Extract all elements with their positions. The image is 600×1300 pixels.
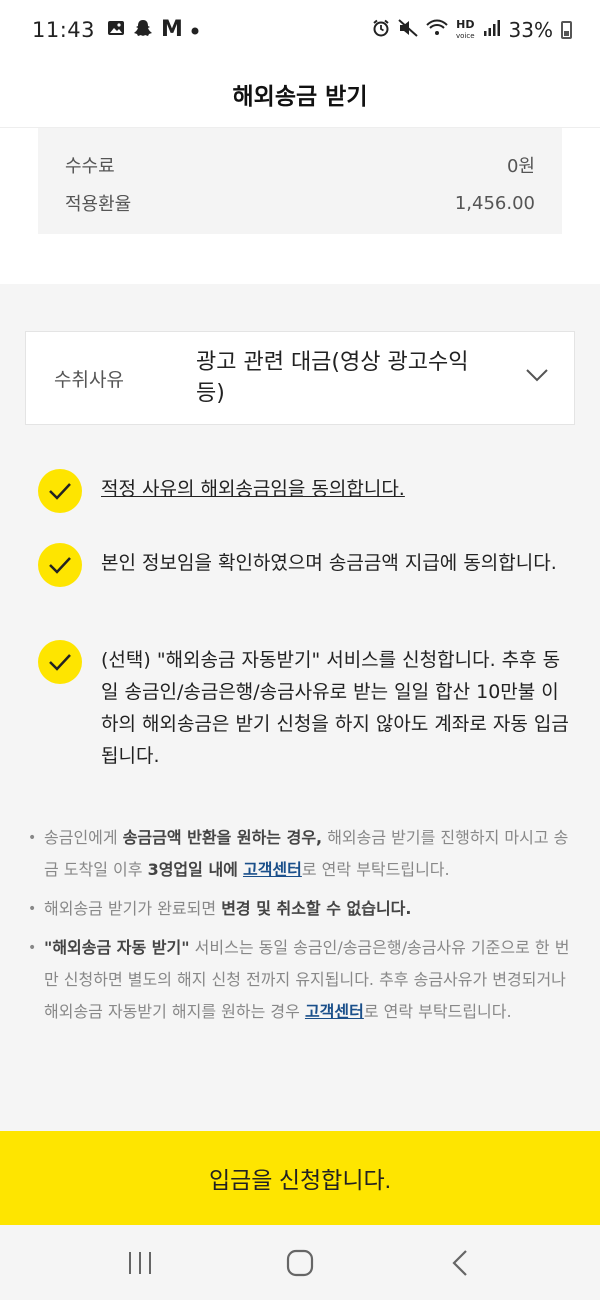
agree-check-item[interactable]: 적정 사유의 해외송금임을 동의합니다.: [38, 469, 571, 513]
mute-icon: [398, 18, 418, 42]
fee-box: 수수료 0원 적용환율 1,456.00: [38, 128, 562, 234]
gmail-icon: M: [161, 17, 183, 42]
exchange-rate-value: 1,456.00: [454, 192, 535, 214]
gallery-icon: [107, 19, 125, 41]
recent-apps-icon[interactable]: [110, 1233, 170, 1293]
fee-label: 수수료: [65, 156, 115, 177]
reason-value: 광고 관련 대금(영상 광고수익 등): [196, 350, 469, 406]
auto-receive-check-item[interactable]: (선택) "해외송금 자동받기" 서비스를 신청합니다. 추후 동일 송금인/송…: [38, 640, 571, 772]
check-icon[interactable]: [38, 640, 82, 684]
fee-panel: 수수료 0원 적용환율 1,456.00: [0, 128, 600, 284]
signal-icon: [483, 19, 501, 42]
battery-icon: [561, 21, 572, 39]
snapchat-icon: [133, 18, 153, 42]
check-icon[interactable]: [38, 543, 82, 587]
status-time: 11:43: [32, 18, 96, 42]
chevron-down-icon: [526, 368, 548, 388]
alarm-icon: [372, 19, 390, 42]
customer-center-link[interactable]: 고객센터: [305, 1002, 364, 1021]
apply-deposit-button[interactable]: 입금을 신청합니다.: [0, 1131, 600, 1225]
system-nav-bar: [0, 1225, 600, 1300]
customer-center-link[interactable]: 고객센터: [243, 860, 302, 879]
notice-auto-receive: • "해외송금 자동 받기" 서비스는 동일 송금인/송금은행/송금사유 기준으…: [28, 938, 570, 1021]
status-bar: 11:43 M HD voice 33%: [0, 0, 600, 60]
exchange-rate-row: 적용환율 1,456.00: [65, 184, 535, 222]
exchange-rate-label: 적용환율: [65, 194, 132, 215]
agree-check-label[interactable]: 적정 사유의 해외송금임을 동의합니다.: [101, 469, 571, 513]
auto-receive-check-label: (선택) "해외송금 자동받기" 서비스를 신청합니다. 추후 동일 송금인/송…: [101, 649, 569, 767]
apply-deposit-label: 입금을 신청합니다.: [208, 1167, 392, 1193]
back-icon[interactable]: [430, 1233, 490, 1293]
notice-refund: • 송금인에게 송금금액 반환을 원하는 경우, 해외송금 받기를 진행하지 마…: [28, 828, 569, 879]
hd-voice-icon: HD voice: [456, 17, 475, 40]
page-title: 해외송금 받기: [232, 83, 368, 110]
reason-label: 수취사유: [54, 368, 124, 391]
battery-percent: 33%: [508, 18, 553, 42]
reason-select[interactable]: 수취사유 광고 관련 대금(영상 광고수익 등): [25, 331, 575, 425]
home-icon[interactable]: [270, 1233, 330, 1293]
dot-icon: [191, 21, 199, 39]
fee-value: 0원: [506, 156, 535, 177]
notice-no-change: • 해외송금 받기가 완료되면 변경 및 취소할 수 없습니다.: [28, 899, 412, 918]
wifi-icon: [426, 19, 448, 42]
identity-check-item[interactable]: 본인 정보임을 확인하였으며 송금금액 지급에 동의합니다.: [38, 543, 571, 587]
fee-row: 수수료 0원: [65, 146, 535, 184]
check-icon[interactable]: [38, 469, 82, 513]
app-header: 해외송금 받기: [0, 60, 600, 128]
identity-check-label: 본인 정보임을 확인하였으며 송금금액 지급에 동의합니다.: [101, 552, 557, 574]
